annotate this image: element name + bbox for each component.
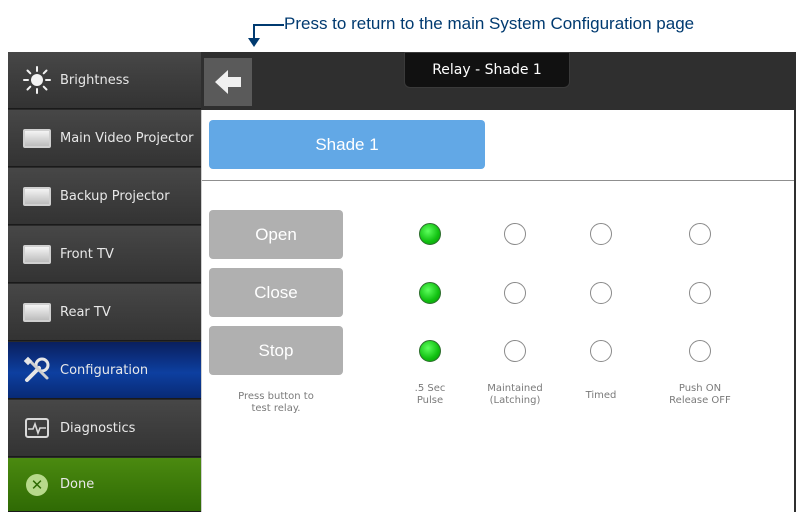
relay-open-button[interactable]: Open [209,210,343,259]
radio-stop-push-release[interactable] [689,340,711,362]
sidebar-item-main-video-projector[interactable]: Main Video Projector [8,110,201,167]
radio-open-maintained[interactable] [504,223,526,245]
mode-label-maintained: Maintained (Latching) [487,383,543,406]
sidebar-item-front-tv[interactable]: Front TV [8,226,201,283]
device-name-button[interactable]: Shade 1 [209,120,485,169]
sidebar-item-label: Backup Projector [60,188,170,204]
back-arrow-icon [215,70,241,94]
radio-close-push-release[interactable] [689,282,711,304]
sidebar-item-brightness[interactable]: Brightness [8,52,201,109]
touch-panel-screen: Brightness Main Video Projector Backup P… [8,52,796,512]
relay-stop-button[interactable]: Stop [209,326,343,375]
radio-open-timed[interactable] [590,223,612,245]
display-icon [22,239,52,269]
sidebar-item-label: Brightness [60,72,130,88]
sidebar: Brightness Main Video Projector Backup P… [8,52,201,512]
radio-stop-timed[interactable] [590,340,612,362]
brightness-icon [22,65,52,95]
back-button[interactable] [204,58,252,106]
radio-close-maintained[interactable] [504,282,526,304]
radio-stop-maintained[interactable] [504,340,526,362]
sidebar-item-backup-projector[interactable]: Backup Projector [8,168,201,225]
page-title: Relay - Shade 1 [404,52,570,88]
frame-edge [794,110,796,512]
annotation-text: Press to return to the main System Confi… [284,14,695,33]
sidebar-item-label: Done [60,477,95,492]
sidebar-item-label: Main Video Projector [60,130,194,146]
divider [202,180,796,181]
radio-close-timed[interactable] [590,282,612,304]
radio-stop-pulse[interactable] [419,340,441,362]
mode-label-pulse: .5 Sec Pulse [414,383,446,406]
relay-config-panel: Shade 1 Open Close Stop Press button to … [201,110,796,512]
test-relay-hint: Press button to test relay. [238,391,314,414]
sidebar-item-diagnostics[interactable]: Diagnostics [8,400,201,457]
display-icon [22,181,52,211]
sidebar-item-label: Diagnostics [60,420,136,436]
sidebar-item-done[interactable]: ✕ Done [8,458,201,512]
diagnostics-icon [22,413,52,443]
sidebar-item-configuration[interactable]: Configuration [8,342,201,399]
mode-label-timed: Timed [585,390,617,401]
tools-icon [22,355,52,385]
sidebar-item-rear-tv[interactable]: Rear TV [8,284,201,341]
annotation-line [254,24,284,26]
close-icon: ✕ [22,470,52,500]
sidebar-item-label: Rear TV [60,304,111,320]
annotation-arrow-icon [248,38,260,47]
radio-close-pulse[interactable] [419,282,441,304]
radio-open-pulse[interactable] [419,223,441,245]
sidebar-item-label: Front TV [60,246,114,262]
display-icon [22,297,52,327]
sidebar-item-label: Configuration [60,362,149,378]
display-icon [22,123,52,153]
radio-open-push-release[interactable] [689,223,711,245]
mode-label-push-release: Push ON Release OFF [669,383,731,406]
header-bar: Relay - Shade 1 [201,52,796,110]
relay-close-button[interactable]: Close [209,268,343,317]
